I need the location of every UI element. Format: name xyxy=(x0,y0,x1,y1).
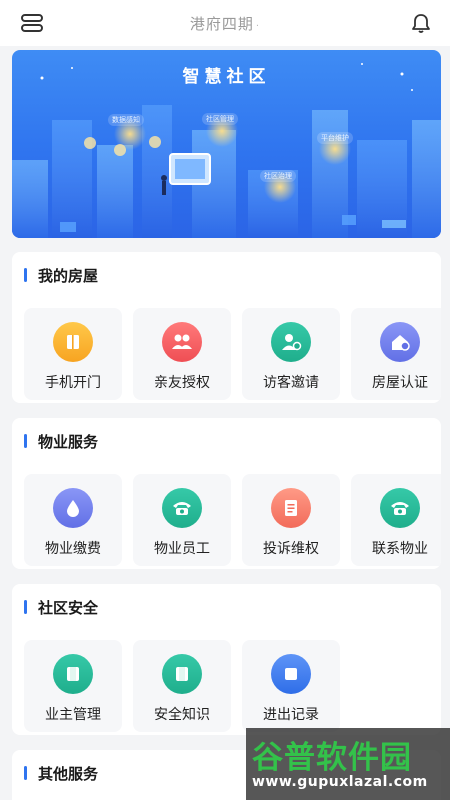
banner-title: 智慧社区 xyxy=(182,67,271,87)
house-check-icon xyxy=(380,322,420,362)
tile-contact-property[interactable]: 联系物业 xyxy=(351,474,441,566)
banner-tag-platform-maintenance: 平台维护 xyxy=(317,132,353,144)
title-suffix: · xyxy=(255,20,261,32)
top-bar: 港府四期 · xyxy=(0,0,450,46)
tile-visitor-invite[interactable]: 访客邀请 xyxy=(242,308,340,400)
owner-icon xyxy=(53,654,93,694)
tile-complaint[interactable]: 投诉维权 xyxy=(242,474,340,566)
tile-row: 手机开门 亲友授权 访客邀请 房屋认证 xyxy=(24,308,441,400)
tile-label: 物业缴费 xyxy=(45,541,101,557)
phone-icon xyxy=(380,488,420,528)
tile-row: 物业缴费 物业员工 投诉维权 联系物业 xyxy=(24,474,441,566)
tile-label: 物业员工 xyxy=(154,541,210,557)
book-icon xyxy=(162,654,202,694)
banner-tag-community-governance: 社区治理 xyxy=(260,170,296,182)
section-header: 我的房屋 xyxy=(24,266,99,285)
banner-tag-data-sensing: 数据感知 xyxy=(108,114,144,126)
section-header: 物业服务 xyxy=(24,432,99,451)
tile-label: 手机开门 xyxy=(45,375,101,391)
tile-row: 业主管理 安全知识 进出记录 xyxy=(24,640,441,732)
tile-label: 投诉维权 xyxy=(263,541,319,557)
section-property-service: 物业服务 物业缴费 物业员工 投诉维权 联系物业 xyxy=(12,418,441,569)
section-accent-bar xyxy=(24,600,27,614)
section-community-safety: 社区安全 业主管理 安全知识 进出记录 xyxy=(12,584,441,735)
bell-icon[interactable] xyxy=(410,12,432,34)
watermark: 谷普软件园 www.gupuxlazal.com xyxy=(246,728,450,800)
section-accent-bar xyxy=(24,268,27,282)
section-accent-bar xyxy=(24,766,27,780)
section-title: 物业服务 xyxy=(38,432,99,451)
tile-owner-management[interactable]: 业主管理 xyxy=(24,640,122,732)
tile-safety-knowledge[interactable]: 安全知识 xyxy=(133,640,231,732)
section-my-house: 我的房屋 手机开门 亲友授权 访客邀请 房屋认证 xyxy=(12,252,441,403)
tile-label: 进出记录 xyxy=(263,707,319,723)
tile-label: 业主管理 xyxy=(45,707,101,723)
tile-phone-open-door[interactable]: 手机开门 xyxy=(24,308,122,400)
tile-label: 房屋认证 xyxy=(372,375,428,391)
smart-community-banner[interactable]: 智慧社区 数据感知 社区管理 平台维护 社区治理 xyxy=(12,50,441,238)
section-title: 社区安全 xyxy=(38,598,99,617)
record-icon xyxy=(271,654,311,694)
menu-icon[interactable] xyxy=(20,12,44,34)
tile-label: 亲友授权 xyxy=(154,375,210,391)
banner-tag-community-management: 社区管理 xyxy=(202,113,238,125)
tile-house-certification[interactable]: 房屋认证 xyxy=(351,308,441,400)
tile-label: 安全知识 xyxy=(154,707,210,723)
tile-relatives-authorization[interactable]: 亲友授权 xyxy=(133,308,231,400)
water-drop-icon xyxy=(53,488,93,528)
phone-icon xyxy=(162,488,202,528)
section-title: 我的房屋 xyxy=(38,266,99,285)
document-icon xyxy=(271,488,311,528)
tile-property-payment[interactable]: 物业缴费 xyxy=(24,474,122,566)
community-name: 港府四期 xyxy=(189,14,254,33)
section-header: 社区安全 xyxy=(24,598,99,617)
section-header: 其他服务 xyxy=(24,764,99,783)
tile-label: 联系物业 xyxy=(372,541,428,557)
tile-label: 访客邀请 xyxy=(263,375,319,391)
door-icon xyxy=(53,322,93,362)
people-icon xyxy=(162,322,202,362)
visitor-icon xyxy=(271,322,311,362)
tile-property-staff[interactable]: 物业员工 xyxy=(133,474,231,566)
watermark-logo-text: 谷普软件园 xyxy=(252,740,412,776)
watermark-url: www.gupuxlazal.com xyxy=(252,774,428,790)
tile-access-records[interactable]: 进出记录 xyxy=(242,640,340,732)
page-title: 港府四期 · xyxy=(190,13,260,34)
section-title: 其他服务 xyxy=(38,764,99,783)
section-accent-bar xyxy=(24,434,27,448)
